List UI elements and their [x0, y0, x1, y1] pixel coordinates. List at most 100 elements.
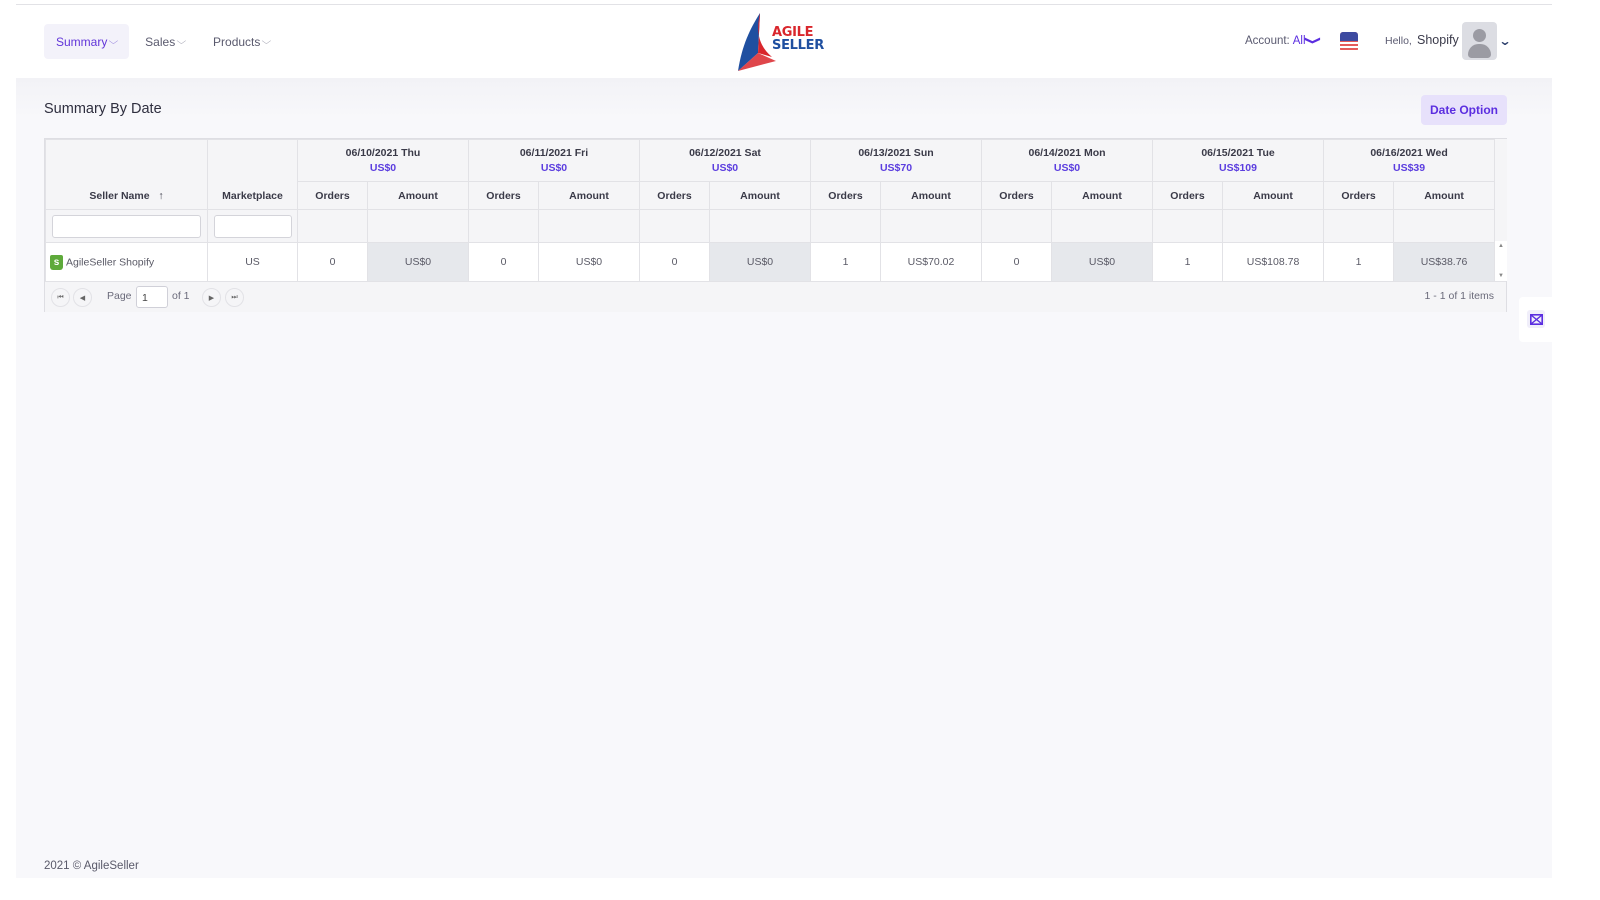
orders-cell: 1: [1323, 242, 1395, 282]
filter-cell-empty: [709, 209, 811, 243]
col-header-amount[interactable]: Amount: [1393, 181, 1496, 210]
first-page-button[interactable]: ⏮: [51, 288, 70, 307]
nav-sales[interactable]: Sales ⌵: [133, 24, 197, 59]
contact-tab[interactable]: [1519, 297, 1552, 342]
col-header-orders[interactable]: Orders: [1152, 181, 1224, 210]
logo-text: AGILE SELLER: [772, 26, 824, 52]
prev-page-button[interactable]: ◀: [73, 288, 92, 307]
seller-cell: s AgileSeller Shopify: [45, 242, 208, 282]
date-column-header: 06/15/2021 Tue US$109: [1152, 139, 1325, 182]
col-header-orders[interactable]: Orders: [468, 181, 539, 210]
date-total: US$39: [1392, 161, 1426, 174]
filter-cell-empty: [1222, 209, 1325, 243]
col-header-amount[interactable]: Amount: [1222, 181, 1325, 210]
nav-products[interactable]: Products ⌵: [201, 24, 282, 59]
greeting: Hello,: [1385, 35, 1412, 47]
vertical-scrollbar[interactable]: ▲ ▼: [1494, 241, 1507, 281]
col-header-amount[interactable]: Amount: [1050, 181, 1154, 210]
col-header-orders[interactable]: Orders: [981, 181, 1052, 210]
amount-cell: US$0: [1050, 242, 1154, 282]
agileseller-logo[interactable]: AGILE SELLER: [736, 11, 826, 73]
mail-icon: [1527, 310, 1545, 328]
col-header-seller-name[interactable]: Seller Name ↑: [45, 139, 208, 210]
orders-cell: 0: [297, 242, 368, 282]
filter-cell-empty: [880, 209, 982, 243]
summary-grid: Seller Name ↑ Marketplace 06/10/2021 Thu…: [44, 138, 1507, 312]
account-label: Account:: [1245, 34, 1290, 47]
nav-sales-label: Sales: [145, 34, 176, 49]
orders-cell: 1: [810, 242, 881, 282]
seller-link[interactable]: AgileSeller Shopify: [66, 256, 154, 268]
next-page-button[interactable]: ▶: [202, 288, 221, 307]
orders-cell: 1: [1152, 242, 1224, 282]
chevron-down-icon: ❯: [1304, 35, 1321, 46]
date-column-header: 06/11/2021 Fri US$0: [468, 139, 640, 182]
page-number-input[interactable]: 1: [136, 286, 168, 308]
chevron-down-icon: ⌵: [262, 36, 272, 46]
header: Summary ⌵ Sales ⌵ Products ⌵ AGILE SELLE…: [16, 5, 1552, 78]
chevron-down-icon: ⌵: [176, 36, 187, 46]
main-content: Summary By Date Date Option Seller Name …: [16, 78, 1552, 878]
account-selector[interactable]: Account: All ❯: [1245, 34, 1321, 47]
last-page-button[interactable]: ⏭: [225, 288, 244, 307]
chevron-down-icon[interactable]: ⌄: [1498, 34, 1511, 48]
orders-cell: 0: [639, 242, 710, 282]
summary-table: Seller Name ↑ Marketplace 06/10/2021 Thu…: [45, 139, 1496, 282]
sail-icon: [738, 13, 776, 71]
date-column-header: 06/12/2021 Sat US$0: [639, 139, 811, 182]
col-header-amount[interactable]: Amount: [880, 181, 982, 210]
avatar[interactable]: [1462, 22, 1497, 60]
col-header-orders[interactable]: Orders: [810, 181, 881, 210]
main-nav: Summary ⌵ Sales ⌵ Products ⌵: [44, 24, 286, 59]
orders-cell: 0: [981, 242, 1052, 282]
date-label: 06/15/2021 Tue: [1201, 146, 1275, 159]
date-column-header: 06/14/2021 Mon US$0: [980, 139, 1154, 182]
filter-cell-empty: [538, 209, 640, 243]
amount-cell: US$0: [709, 242, 811, 282]
date-label: 06/10/2021 Thu: [345, 146, 421, 159]
amount-cell: US$108.78: [1222, 242, 1325, 282]
date-column-header: 06/16/2021 Wed US$39: [1323, 139, 1496, 182]
marketplace-filter-input[interactable]: [213, 214, 292, 238]
filter-cell-empty: [1393, 209, 1496, 243]
filter-cell-empty: [1323, 209, 1395, 243]
nav-summary[interactable]: Summary ⌵: [44, 24, 130, 59]
date-label: 06/11/2021 Fri: [519, 146, 589, 159]
us-flag-icon[interactable]: [1340, 32, 1358, 52]
filter-cell-empty: [468, 209, 539, 243]
scroll-up-icon[interactable]: ▲: [1498, 243, 1504, 249]
date-option-button[interactable]: Date Option: [1421, 95, 1507, 125]
date-total: US$109: [1219, 161, 1257, 174]
date-label: 06/16/2021 Wed: [1370, 146, 1448, 159]
filter-cell-seller: [45, 209, 208, 243]
filter-cell-empty: [297, 209, 368, 243]
amount-cell: US$0: [367, 242, 469, 282]
filter-cell-marketplace: [207, 209, 298, 243]
filter-cell-empty: [810, 209, 881, 243]
seller-name-filter-input[interactable]: [52, 214, 201, 238]
col-header-amount[interactable]: Amount: [367, 181, 469, 210]
col-header-orders[interactable]: Orders: [1323, 181, 1395, 210]
scroll-down-icon[interactable]: ▼: [1498, 273, 1504, 279]
col-header-orders[interactable]: Orders: [639, 181, 710, 210]
chevron-down-icon: ⌵: [108, 36, 119, 46]
col-header-amount[interactable]: Amount: [709, 181, 811, 210]
page-title: Summary By Date: [44, 101, 162, 117]
col-header-amount[interactable]: Amount: [538, 181, 640, 210]
shopify-icon: s: [50, 254, 63, 270]
page-count-label: of 1: [172, 290, 190, 302]
filter-cell-empty: [1050, 209, 1154, 243]
filter-cell-empty: [1152, 209, 1224, 243]
filter-cell-empty: [639, 209, 710, 243]
sort-ascending-icon: ↑: [158, 190, 164, 202]
seller-name-header: Seller Name: [89, 190, 150, 202]
col-header-marketplace[interactable]: Marketplace: [207, 139, 298, 210]
pager: ⏮ ◀ Page 1 of 1 ▶ ⏭ 1 - 1 of 1 items: [45, 281, 1506, 312]
date-label: 06/13/2021 Sun: [858, 146, 934, 159]
scrollbar-header-spacer: [1494, 139, 1507, 241]
user-name: Shopify: [1417, 33, 1459, 47]
date-total: US$70: [879, 161, 913, 174]
date-label: 06/12/2021 Sat: [689, 146, 761, 159]
col-header-orders[interactable]: Orders: [297, 181, 368, 210]
filter-cell-empty: [981, 209, 1052, 243]
